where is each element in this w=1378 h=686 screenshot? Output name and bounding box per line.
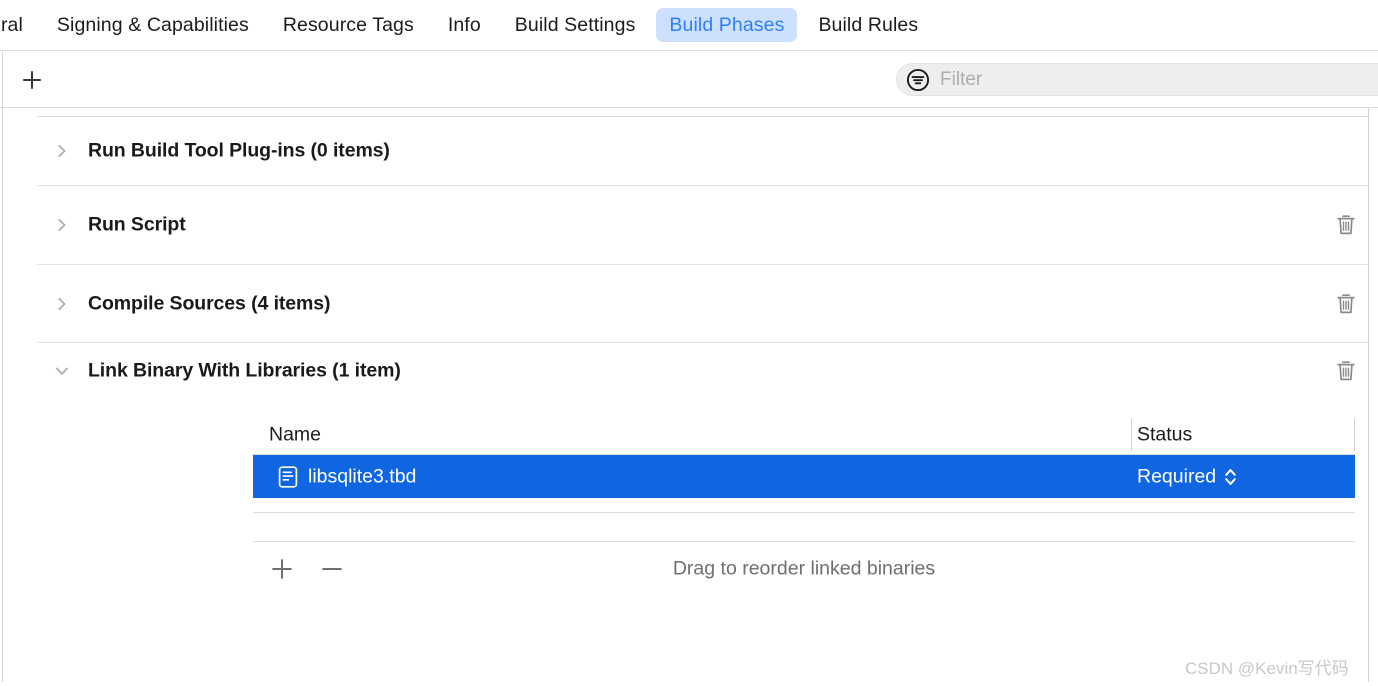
phase-header[interactable]: Compile Sources (4 items) <box>37 265 1368 342</box>
inspector-tab-bar: eral Signing & Capabilities Resource Tag… <box>0 0 1378 51</box>
build-phase-run-build-tool-plugins[interactable]: Run Build Tool Plug-ins (0 items) <box>37 117 1368 186</box>
linked-binaries-footer: Drag to reorder linked binaries <box>253 542 1355 595</box>
chevron-right-icon[interactable] <box>54 296 70 312</box>
build-phase-run-script[interactable]: Run Script <box>37 186 1368 265</box>
filter-placeholder: Filter <box>940 69 983 90</box>
plus-icon <box>23 71 41 89</box>
tab-resource-tags[interactable]: Resource Tags <box>270 8 427 42</box>
add-build-phase-button[interactable] <box>18 66 46 94</box>
left-edge-divider <box>2 52 3 108</box>
chevron-right-icon[interactable] <box>54 217 70 233</box>
phase-title: Link Binary With Libraries (1 item) <box>88 359 401 381</box>
build-phases-list: Run Build Tool Plug-ins (0 items) Run Sc… <box>0 108 1378 686</box>
up-down-chevron-icon[interactable] <box>1223 466 1238 487</box>
phase-header[interactable]: Link Binary With Libraries (1 item) <box>37 343 1368 398</box>
tab-build-rules[interactable]: Build Rules <box>805 8 931 42</box>
linked-binary-name: libsqlite3.tbd <box>308 465 417 487</box>
table-header-row: Name Status <box>253 415 1355 455</box>
build-phase-link-binary-with-libraries[interactable]: Link Binary With Libraries (1 item) Name… <box>37 343 1368 686</box>
bottom-edge <box>0 682 1378 686</box>
filter-field-wrapper[interactable]: Filter <box>896 63 1378 96</box>
build-phases-panel: eral Signing & Capabilities Resource Tag… <box>0 0 1378 686</box>
build-phase-compile-sources[interactable]: Compile Sources (4 items) <box>37 265 1368 343</box>
table-empty-hairline <box>253 512 1355 513</box>
chevron-right-icon[interactable] <box>54 143 70 159</box>
phase-title: Run Script <box>88 213 186 236</box>
tab-build-settings[interactable]: Build Settings <box>502 8 649 42</box>
trash-icon[interactable] <box>1335 213 1357 237</box>
tab-build-phases[interactable]: Build Phases <box>656 7 798 43</box>
column-divider-right[interactable] <box>1354 419 1355 451</box>
filter-input[interactable]: Filter <box>896 63 1378 96</box>
table-row[interactable]: libsqlite3.tbd Required <box>253 455 1355 498</box>
tab-signing-capabilities[interactable]: Signing & Capabilities <box>44 8 262 42</box>
trash-icon[interactable] <box>1335 359 1357 383</box>
panel-left-divider <box>2 108 3 686</box>
watermark: CSDN @Kevin写代码 <box>1185 659 1349 678</box>
phase-header[interactable]: Run Build Tool Plug-ins (0 items) <box>37 117 1368 185</box>
tab-general[interactable]: eral <box>0 8 36 42</box>
trash-icon[interactable] <box>1335 292 1357 316</box>
phase-header[interactable]: Run Script <box>37 186 1368 264</box>
document-icon <box>278 465 298 488</box>
panel-right-divider <box>1368 108 1369 686</box>
column-header-name[interactable]: Name <box>269 423 321 446</box>
table-empty-area[interactable] <box>253 498 1355 542</box>
chevron-down-icon[interactable] <box>54 363 70 379</box>
column-divider-left[interactable] <box>1131 419 1132 451</box>
tab-info[interactable]: Info <box>435 8 494 42</box>
phase-title: Compile Sources (4 items) <box>88 292 331 314</box>
phase-title: Run Build Tool Plug-ins (0 items) <box>88 139 390 162</box>
status-value: Required <box>1137 465 1217 487</box>
column-header-status[interactable]: Status <box>1137 423 1192 446</box>
build-phases-toolbar: Filter <box>0 52 1378 108</box>
drag-reorder-hint: Drag to reorder linked binaries <box>672 557 936 579</box>
filter-circle-icon <box>906 68 930 91</box>
linked-binaries-table: Name Status libsqlite3.tbd Required Drag… <box>253 415 1355 595</box>
status-dropdown[interactable]: Required <box>1137 465 1238 488</box>
